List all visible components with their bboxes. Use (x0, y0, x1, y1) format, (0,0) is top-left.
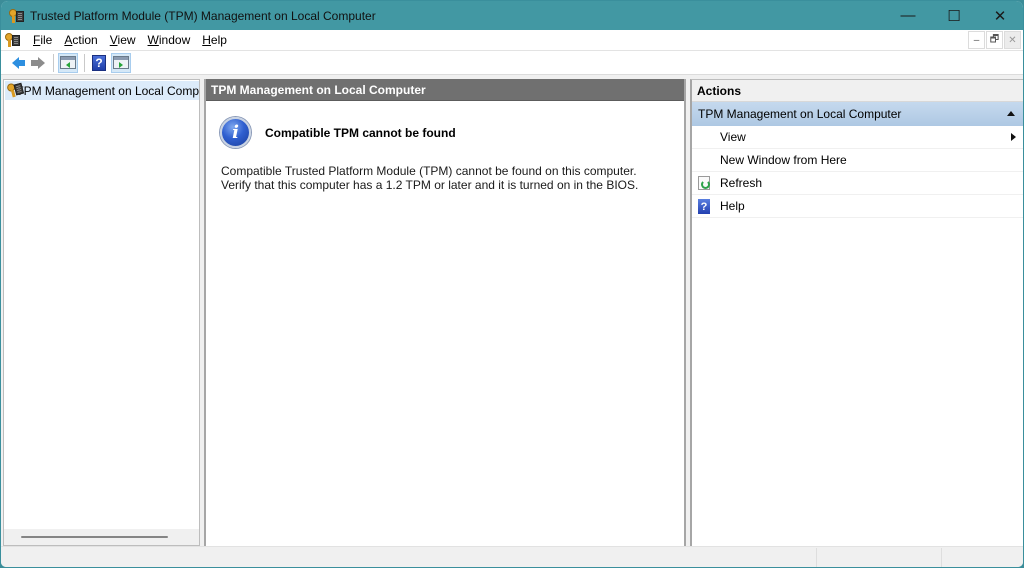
collapse-icon[interactable] (1007, 111, 1015, 116)
action-help[interactable]: ? Help (692, 195, 1023, 218)
console-tree-pane: TPM Management on Local Comp (3, 79, 200, 546)
menu-window-accesskey: W (147, 32, 159, 47)
menu-help-label: elp (210, 32, 227, 47)
caption-buttons: — ☐ ✕ (885, 1, 1023, 30)
result-pane-header: TPM Management on Local Computer (206, 79, 684, 101)
action-new-window-from-here[interactable]: New Window from Here (692, 149, 1023, 172)
mmc-window: Trusted Platform Module (TPM) Management… (0, 0, 1024, 568)
action-refresh[interactable]: Refresh (692, 172, 1023, 195)
status-segment (941, 548, 942, 567)
menu-action-label: ction (72, 32, 98, 47)
menu-file[interactable]: File (27, 30, 58, 51)
refresh-icon (698, 176, 710, 190)
show-hide-console-tree-button[interactable] (58, 52, 78, 73)
info-icon: i (220, 117, 251, 148)
menu-action[interactable]: Action (58, 30, 103, 51)
show-hide-action-pane-button[interactable] (111, 52, 131, 73)
menu-window[interactable]: Window (142, 30, 197, 51)
submenu-arrow-icon (1011, 133, 1016, 141)
scrollbar-thumb[interactable] (21, 536, 168, 538)
mdi-minimize-button[interactable]: – (968, 31, 985, 49)
action-view-label: View (720, 130, 746, 144)
message-body: Compatible Trusted Platform Module (TPM)… (221, 164, 639, 192)
toolbar-separator (53, 53, 54, 72)
menu-file-label: ile (40, 32, 53, 47)
message-title: Compatible TPM cannot be found (265, 125, 456, 140)
menu-help-accesskey: H (202, 32, 211, 47)
help-icon: ? (92, 54, 106, 71)
arrow-left-icon (11, 56, 25, 69)
minimize-button[interactable]: — (885, 1, 931, 30)
system-menu-icon[interactable] (5, 32, 21, 48)
title-bar: Trusted Platform Module (TPM) Management… (1, 1, 1023, 30)
action-refresh-label: Refresh (720, 176, 763, 190)
actions-header: Actions (692, 80, 1023, 102)
mdi-buttons: – 🗗 ✕ (967, 31, 1021, 49)
mdi-restore-button[interactable]: 🗗 (986, 31, 1003, 49)
action-new-window-label: New Window from Here (720, 153, 847, 167)
console-tree-icon (60, 56, 76, 69)
actions-group-label: TPM Management on Local Computer (698, 107, 902, 121)
status-segment (816, 548, 817, 567)
toolbar-separator (84, 53, 85, 72)
maximize-button[interactable]: ☐ (931, 1, 977, 30)
menu-bar: File Action View Window Help – 🗗 ✕ (1, 30, 1023, 51)
status-bar (1, 546, 1023, 567)
action-help-label: Help (720, 199, 745, 213)
toolbar: ? (1, 51, 1023, 75)
menu-view-label: iew (117, 32, 136, 47)
close-button[interactable]: ✕ (977, 1, 1023, 30)
result-pane: TPM Management on Local Computer i Compa… (204, 79, 686, 546)
forward-button[interactable] (27, 53, 47, 73)
menu-window-label: indow (158, 32, 191, 47)
window-title: Trusted Platform Module (TPM) Management… (30, 8, 376, 23)
tpm-key-icon (9, 8, 25, 24)
back-button[interactable] (5, 53, 25, 73)
menu-view[interactable]: View (104, 30, 142, 51)
actions-group-header[interactable]: TPM Management on Local Computer (692, 102, 1023, 126)
message-heading: i Compatible TPM cannot be found (220, 117, 456, 148)
help-icon: ? (698, 199, 710, 214)
action-pane-icon (113, 56, 129, 69)
help-button[interactable]: ? (89, 53, 109, 73)
menu-view-accesskey: V (109, 32, 118, 47)
tree-item-label: TPM Management on Local Comp (16, 83, 199, 98)
action-view[interactable]: View (692, 126, 1023, 149)
mdi-close-button[interactable]: ✕ (1004, 31, 1021, 49)
tpm-key-icon (6, 82, 25, 98)
actions-pane: Actions TPM Management on Local Computer… (690, 79, 1023, 546)
tree-item-tpm-management[interactable]: TPM Management on Local Comp (5, 81, 199, 100)
tree-horizontal-scrollbar[interactable] (4, 529, 199, 545)
menu-help[interactable]: Help (196, 30, 233, 51)
arrow-right-icon (30, 56, 45, 69)
